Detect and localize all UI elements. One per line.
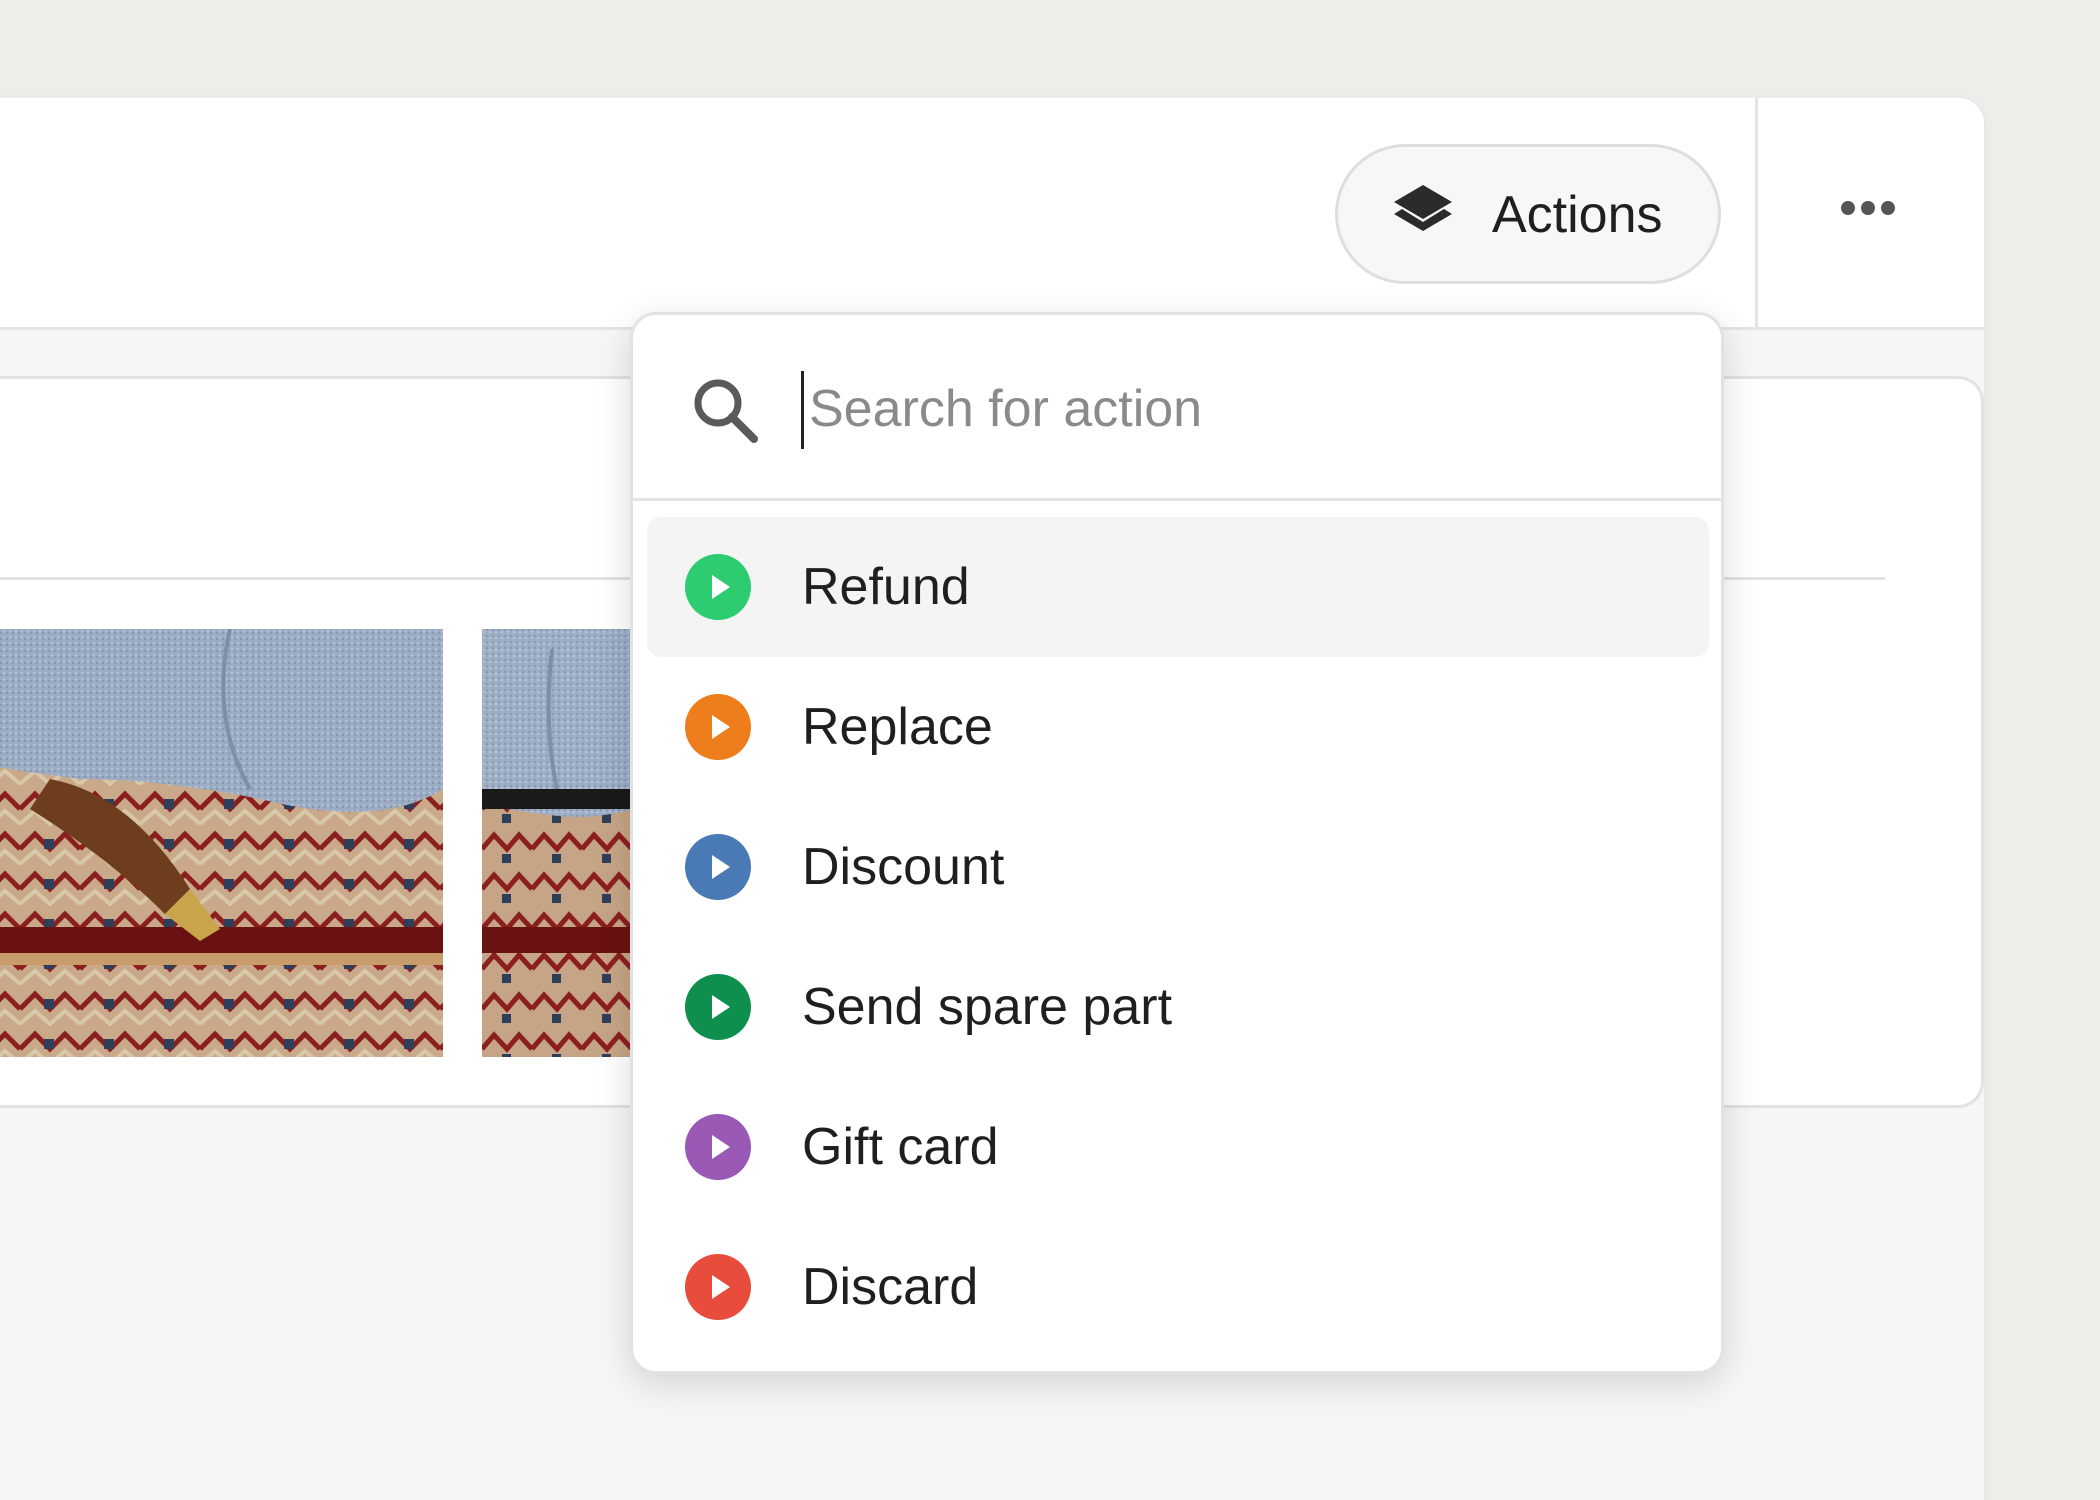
menu-item-label: Discount	[802, 838, 1005, 896]
actions-dropdown: Refund Replace Discount Send spare part Gift…	[630, 312, 1724, 1374]
menu-item-refund[interactable]: Refund	[647, 517, 1709, 657]
menu-item-discount[interactable]: Discount	[647, 797, 1709, 937]
play-icon	[685, 834, 751, 900]
header-bar: Actions	[0, 98, 1984, 330]
menu-item-replace[interactable]: Replace	[647, 657, 1709, 797]
header-divider	[1755, 98, 1758, 330]
menu-item-label: Discard	[802, 1258, 979, 1316]
play-icon	[685, 554, 751, 620]
more-options-button[interactable]	[1818, 158, 1918, 258]
ellipsis-icon	[1841, 201, 1895, 215]
menu-item-label: Send spare part	[802, 978, 1173, 1036]
menu-item-gift-card[interactable]: Gift card	[647, 1077, 1709, 1217]
menu-item-discard[interactable]: Discard	[647, 1217, 1709, 1357]
screen: Actions Search for action Refund Replace…	[0, 0, 2100, 1500]
actions-menu: Refund Replace Discount Send spare part Gift…	[647, 517, 1709, 1357]
play-icon	[685, 694, 751, 760]
play-icon	[685, 1114, 751, 1180]
sofa-leg-on-rug-photo[interactable]	[0, 629, 443, 1057]
text-caret	[801, 371, 804, 449]
search-input[interactable]	[809, 363, 1669, 455]
menu-item-label: Replace	[802, 698, 993, 756]
play-icon	[685, 974, 751, 1040]
menu-item-label: Gift card	[802, 1118, 999, 1176]
menu-item-label: Refund	[802, 558, 970, 616]
actions-button-label: Actions	[1492, 186, 1663, 244]
menu-item-send-spare-part[interactable]: Send spare part	[647, 937, 1709, 1077]
play-icon	[685, 1254, 751, 1320]
actions-button[interactable]: Actions	[1335, 144, 1721, 284]
search-row	[633, 315, 1721, 501]
layers-icon	[1394, 185, 1452, 231]
search-icon	[694, 379, 758, 443]
